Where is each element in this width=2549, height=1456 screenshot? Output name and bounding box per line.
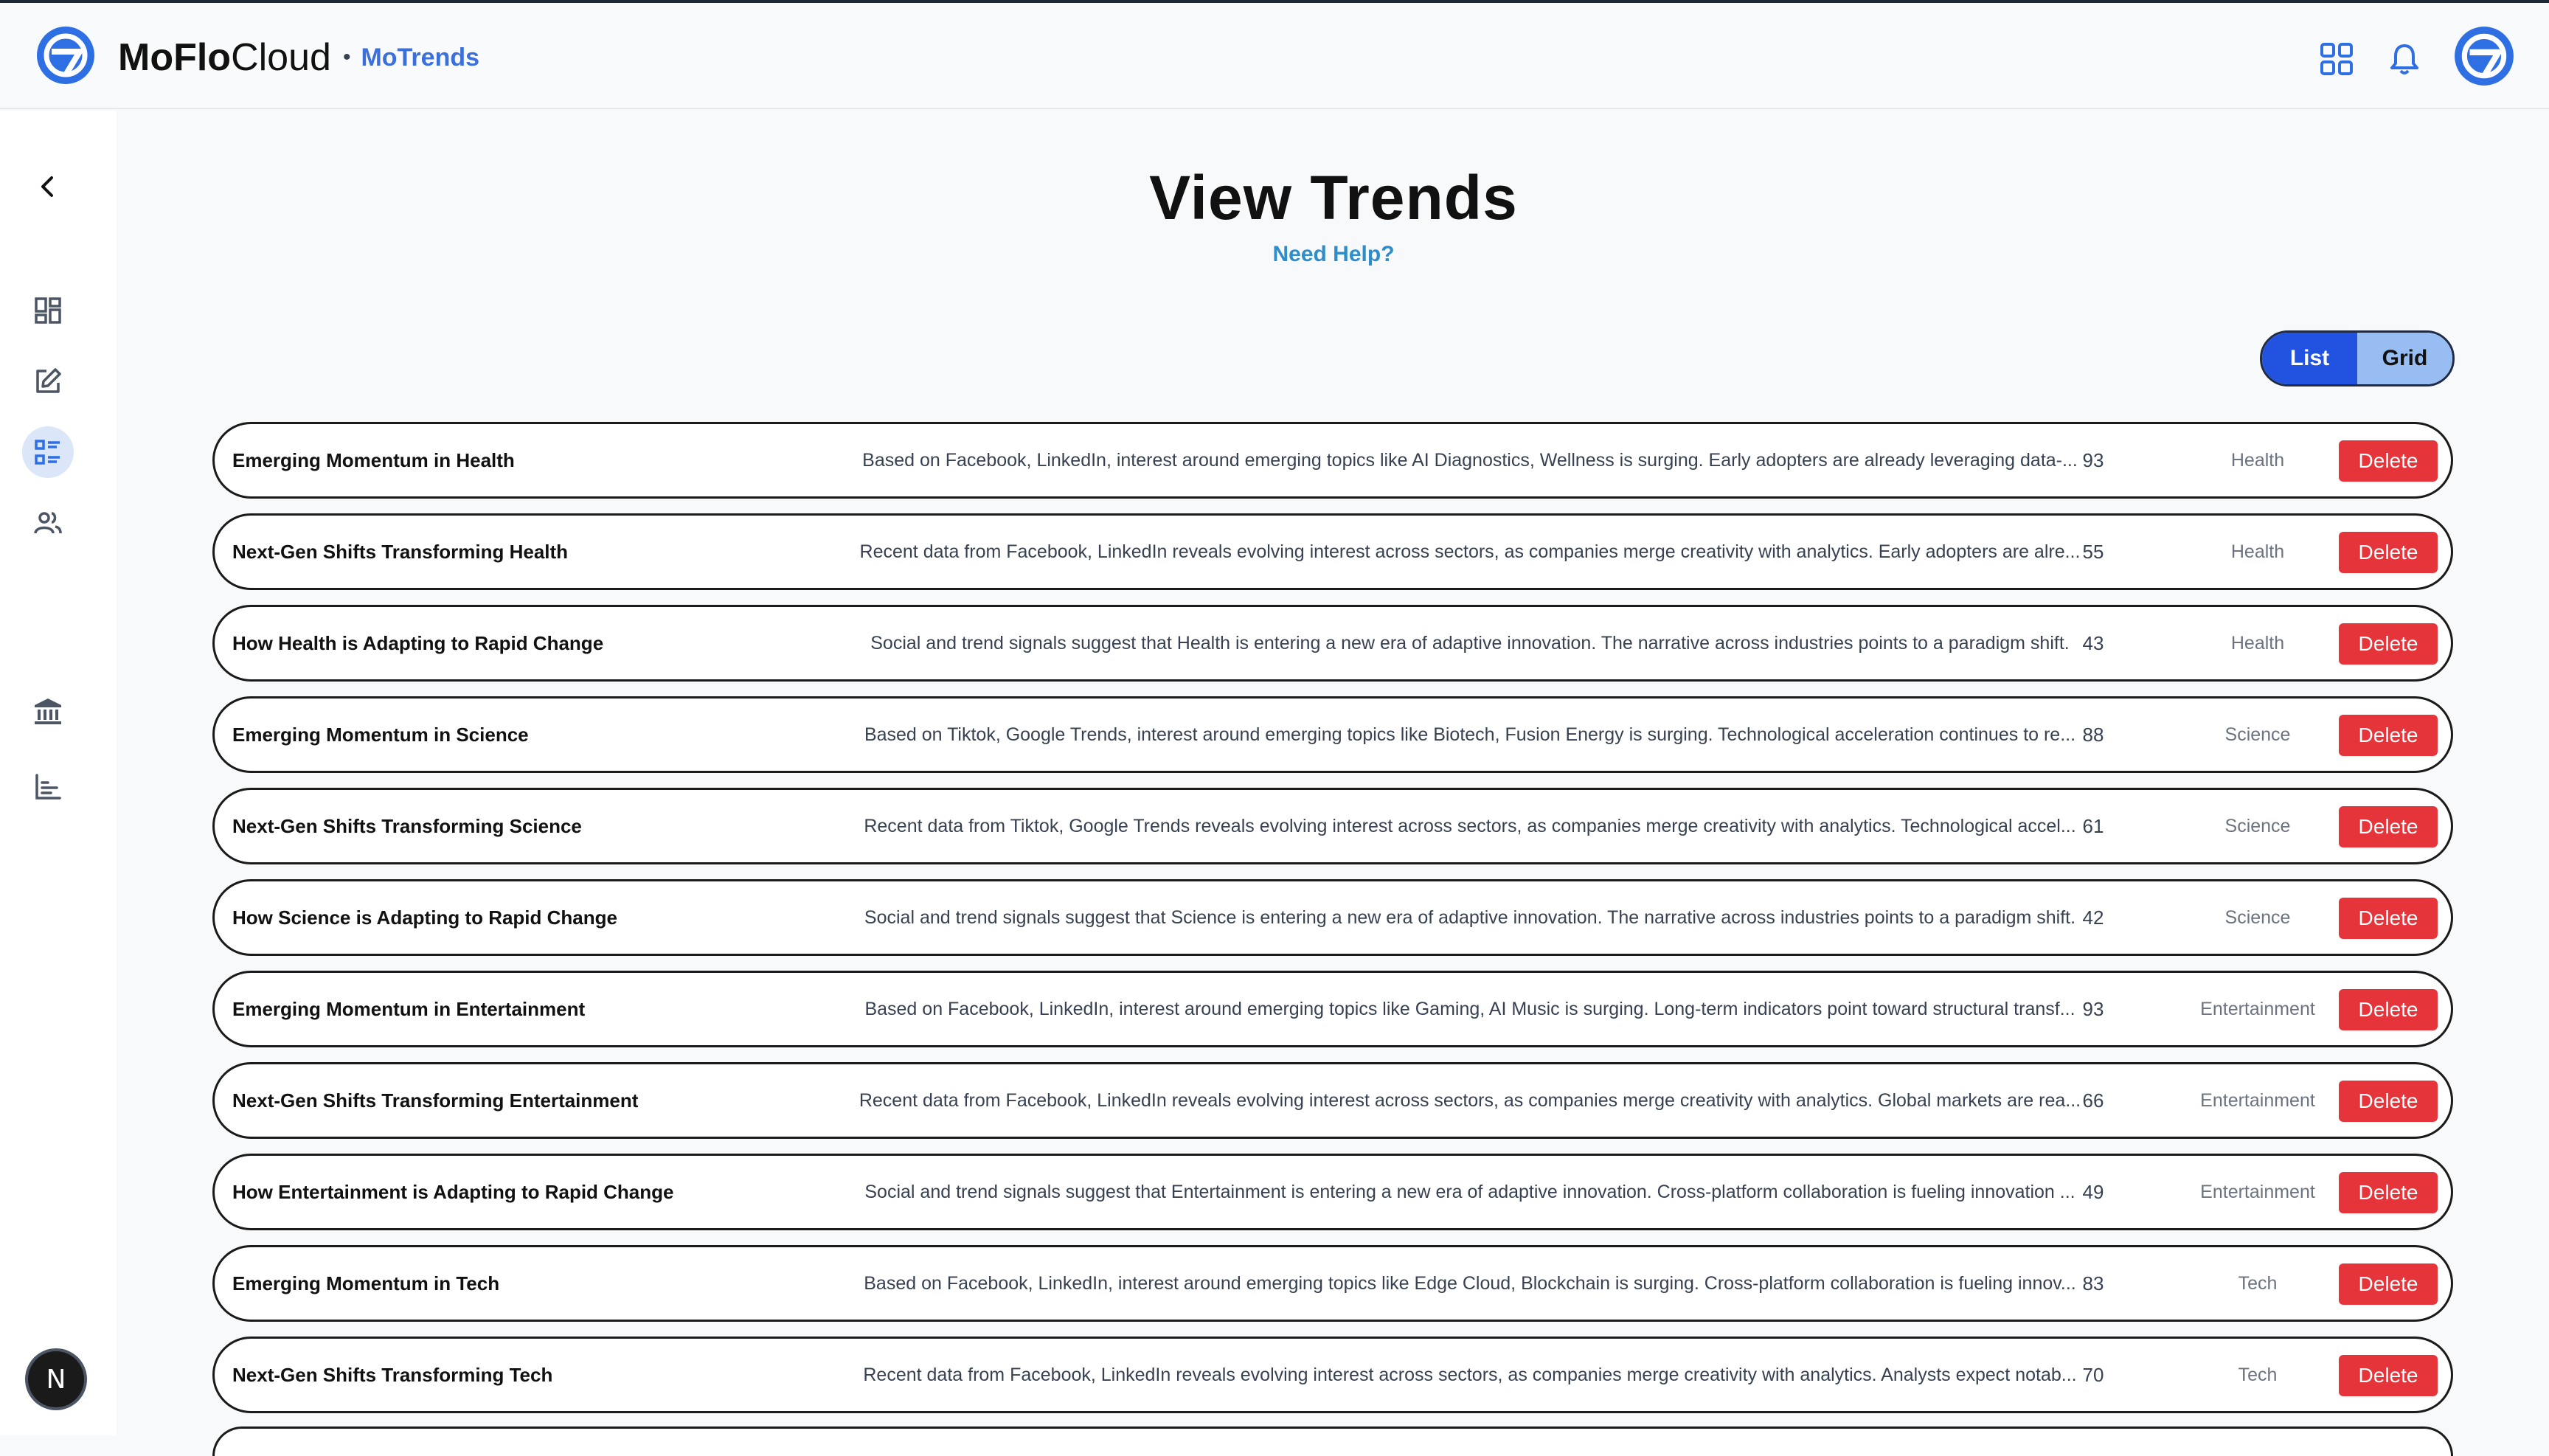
trend-title: Next-Gen Shifts Transforming Tech xyxy=(232,1364,553,1386)
trend-category: Entertainment xyxy=(2200,1182,2315,1202)
trend-row[interactable]: How Entertainment is Adapting to Rapid C… xyxy=(212,1154,2453,1230)
trend-row[interactable]: Next-Gen Shifts Transforming Science Rec… xyxy=(212,788,2453,864)
delete-button[interactable]: Delete xyxy=(2339,715,2438,756)
sidebar-item-users[interactable] xyxy=(22,497,74,549)
trend-description: Social and trend signals suggest that Sc… xyxy=(864,907,2076,928)
n-badge[interactable]: N xyxy=(28,1351,84,1407)
trend-title: Emerging Momentum in Entertainment xyxy=(232,998,586,1020)
delete-button[interactable]: Delete xyxy=(2339,1263,2438,1305)
trend-title: How Science is Adapting to Rapid Change xyxy=(232,906,617,929)
delete-button[interactable]: Delete xyxy=(2339,1081,2438,1122)
brand-name: MoFlo xyxy=(118,36,232,79)
dashboard-icon xyxy=(35,297,61,324)
sidebar xyxy=(0,111,117,1435)
delete-button[interactable]: Delete xyxy=(2339,989,2438,1030)
trend-score: 93 xyxy=(2082,998,2104,1020)
bank-icon xyxy=(35,698,61,724)
trend-description: Recent data from Facebook, LinkedIn reve… xyxy=(859,541,2081,562)
trend-description: Recent data from Tiktok, Google Trends r… xyxy=(864,816,2076,836)
page-title: View Trends xyxy=(1149,163,1518,232)
need-help-link[interactable]: Need Help? xyxy=(0,242,2549,267)
bar-chart-icon xyxy=(35,774,61,800)
sidebar-item-dashboard[interactable] xyxy=(22,285,74,336)
trend-row[interactable]: Emerging Momentum in Entertainment Based… xyxy=(212,971,2453,1047)
trend-row[interactable]: Next-Gen Shifts Transforming Tech Recent… xyxy=(212,1337,2453,1413)
trend-score: 70 xyxy=(2082,1364,2104,1386)
trend-row[interactable]: Next-Gen Shifts Transforming Health Rece… xyxy=(212,513,2453,590)
trend-category: Entertainment xyxy=(2200,999,2315,1019)
trend-category: Science xyxy=(2224,907,2291,928)
trend-description: Recent data from Facebook, LinkedIn reve… xyxy=(863,1365,2077,1385)
trend-row[interactable]: How Health is Adapting to Rapid Change S… xyxy=(212,605,2453,682)
trend-description: Based on Tiktok, Google Trends, interest… xyxy=(864,724,2076,745)
delete-button[interactable]: Delete xyxy=(2339,532,2438,573)
trend-title: How Health is Adapting to Rapid Change xyxy=(232,632,604,654)
product-name: MoTrends xyxy=(361,44,480,72)
sidebar-item-create[interactable] xyxy=(22,356,74,407)
trend-score: 66 xyxy=(2082,1089,2104,1112)
list-view-button[interactable]: List xyxy=(2262,333,2357,384)
trend-row-partial[interactable] xyxy=(212,1426,2453,1456)
trend-description: Social and trend signals suggest that En… xyxy=(864,1182,2075,1202)
trend-row[interactable]: Emerging Momentum in Tech Based on Faceb… xyxy=(212,1245,2453,1322)
brand[interactable]: MoFloCloud • MoTrends xyxy=(118,35,479,80)
trend-score: 43 xyxy=(2082,632,2104,654)
trend-title: Emerging Momentum in Health xyxy=(232,449,515,471)
delete-button[interactable]: Delete xyxy=(2339,898,2438,939)
trend-title: Next-Gen Shifts Transforming Entertainme… xyxy=(232,1089,639,1112)
sidebar-item-trends[interactable] xyxy=(22,426,74,478)
trend-title: Next-Gen Shifts Transforming Health xyxy=(232,541,569,563)
trend-category: Entertainment xyxy=(2200,1090,2315,1111)
app-grid-icon[interactable] xyxy=(2317,40,2356,78)
trend-description: Based on Facebook, LinkedIn, interest ar… xyxy=(864,999,2075,1019)
delete-button[interactable]: Delete xyxy=(2339,806,2438,847)
trend-title: Next-Gen Shifts Transforming Science xyxy=(232,815,582,837)
trend-title: Emerging Momentum in Science xyxy=(232,724,529,746)
trend-category: Tech xyxy=(2238,1365,2278,1385)
delete-button[interactable]: Delete xyxy=(2339,440,2438,482)
users-icon xyxy=(34,512,62,534)
delete-button[interactable]: Delete xyxy=(2339,1172,2438,1213)
trend-category: Health xyxy=(2230,450,2285,471)
brand-separator: • xyxy=(342,45,351,69)
trend-score: 49 xyxy=(2082,1181,2104,1203)
trend-score: 42 xyxy=(2082,906,2104,929)
grid-view-button[interactable]: Grid xyxy=(2357,333,2452,384)
trend-category: Science xyxy=(2224,724,2291,745)
trend-category: Health xyxy=(2230,633,2285,654)
list-icon xyxy=(35,440,60,465)
trend-row[interactable]: How Science is Adapting to Rapid Change … xyxy=(212,879,2453,956)
trend-category: Science xyxy=(2224,816,2291,836)
trend-score: 83 xyxy=(2082,1272,2104,1294)
delete-button[interactable]: Delete xyxy=(2339,623,2438,665)
trend-row[interactable]: Next-Gen Shifts Transforming Entertainme… xyxy=(212,1062,2453,1139)
bell-icon[interactable] xyxy=(2385,40,2424,78)
trend-title: Emerging Momentum in Tech xyxy=(232,1272,500,1294)
delete-button[interactable]: Delete xyxy=(2339,1355,2438,1396)
trend-score: 61 xyxy=(2082,815,2104,837)
view-toggle: List Grid xyxy=(2260,330,2455,386)
app-header: MoFloCloud • MoTrends xyxy=(0,3,2549,109)
user-avatar[interactable] xyxy=(2453,25,2515,87)
trend-score: 93 xyxy=(2082,449,2104,471)
trend-category: Health xyxy=(2230,541,2285,562)
sidebar-item-institutions[interactable] xyxy=(22,686,74,738)
trend-row[interactable]: Emerging Momentum in Health Based on Fac… xyxy=(212,422,2453,499)
trend-description: Social and trend signals suggest that He… xyxy=(870,633,2070,654)
trend-title: How Entertainment is Adapting to Rapid C… xyxy=(232,1181,674,1203)
trend-row[interactable]: Emerging Momentum in Science Based on Ti… xyxy=(212,696,2453,773)
logo-icon[interactable] xyxy=(35,25,96,86)
trend-score: 55 xyxy=(2082,541,2104,563)
sidebar-item-analytics[interactable] xyxy=(22,761,74,813)
trend-score: 88 xyxy=(2082,724,2104,746)
brand-suffix: Cloud xyxy=(231,36,331,79)
trend-description: Based on Facebook, LinkedIn, interest ar… xyxy=(864,1273,2076,1294)
edit-icon xyxy=(36,368,61,393)
trend-category: Tech xyxy=(2238,1273,2278,1294)
trend-description: Recent data from Facebook, LinkedIn reve… xyxy=(859,1090,2081,1111)
trend-description: Based on Facebook, LinkedIn, interest ar… xyxy=(862,450,2078,471)
